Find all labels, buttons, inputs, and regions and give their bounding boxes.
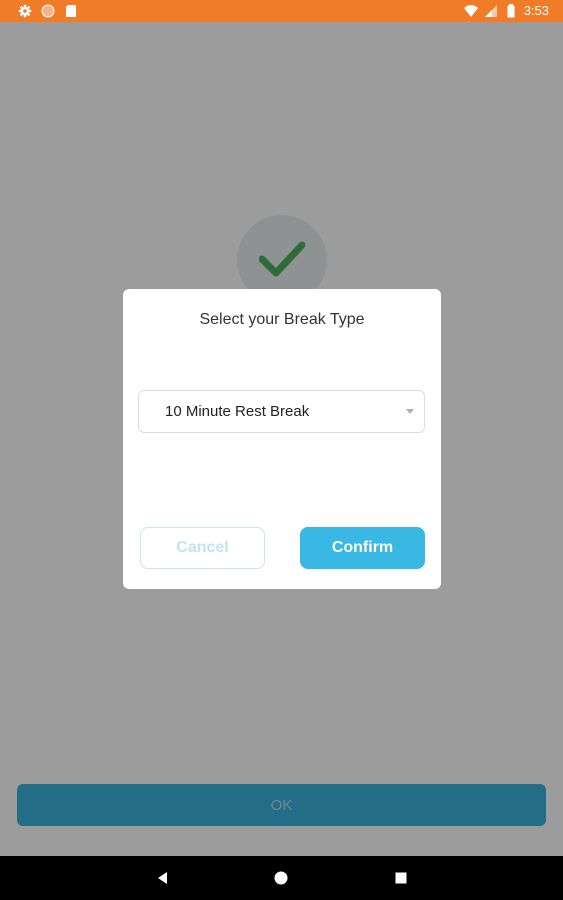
recents-icon[interactable]: [393, 870, 409, 886]
signal-icon: [484, 5, 497, 17]
ok-button[interactable]: OK: [17, 784, 546, 826]
break-type-dialog: Select your Break Type 10 Minute Rest Br…: [123, 289, 441, 589]
sd-card-icon: [66, 5, 76, 17]
check-icon: [259, 241, 305, 277]
dropdown-selected-value: 10 Minute Rest Break: [165, 403, 310, 420]
confirm-button[interactable]: Confirm: [300, 527, 425, 569]
status-bar: 3:53: [0, 0, 563, 22]
battery-icon: [507, 4, 515, 18]
break-type-dropdown[interactable]: 10 Minute Rest Break: [138, 390, 425, 433]
cancel-button[interactable]: Cancel: [140, 527, 265, 569]
back-icon[interactable]: [155, 870, 171, 886]
status-time: 3:53: [523, 3, 549, 18]
dialog-title: Select your Break Type: [199, 311, 365, 328]
wifi-icon: [463, 5, 478, 17]
status-left-icons: [18, 4, 78, 18]
home-icon[interactable]: [273, 870, 289, 886]
status-right-icons: 3:53: [463, 3, 549, 19]
chevron-down-icon: [406, 409, 414, 414]
navigation-bar: [0, 856, 563, 900]
circle-icon: [41, 4, 55, 18]
gear-icon: [18, 4, 32, 18]
